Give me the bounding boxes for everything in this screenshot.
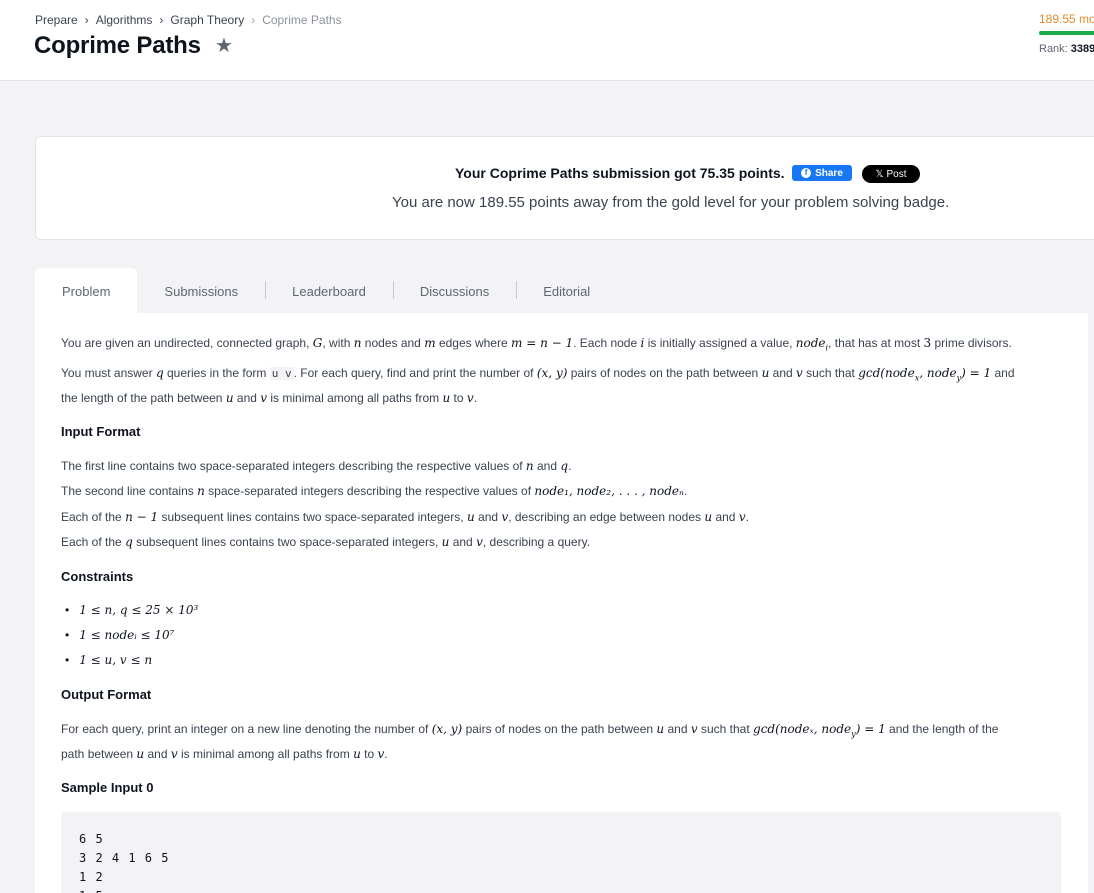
facebook-share-button[interactable]: f Share — [792, 165, 852, 181]
statement-paragraph-3: the length of the path between u and v i… — [61, 391, 478, 405]
sample-input-box: 6 5 3 2 4 1 6 5 1 2 1 5 — [61, 812, 1061, 893]
top-header: Prepare › Algorithms › Graph Theory › Co… — [0, 0, 1094, 81]
input-line-2: The second line contains n space-separat… — [61, 484, 688, 498]
sample-line: 1 5 — [79, 889, 104, 893]
chevron-right-icon: › — [251, 13, 256, 27]
constraint-item: • 1 ≤ u, v ≤ n — [65, 653, 153, 667]
tab-submissions[interactable]: Submissions — [137, 268, 265, 314]
output-line-2: path between u and v is minimal among al… — [61, 747, 388, 761]
output-format-heading: Output Format — [61, 687, 152, 702]
tab-discussions[interactable]: Discussions — [392, 268, 516, 314]
breadcrumb-algorithms[interactable]: Algorithms — [96, 13, 153, 27]
tab-problem[interactable]: Problem — [35, 268, 138, 314]
x-post-button[interactable]: 𝕏 Post — [862, 165, 920, 183]
input-line-4: Each of the q subsequent lines contains … — [61, 535, 591, 549]
submission-banner: Your Coprime Paths submission got 75.35 … — [35, 136, 1094, 240]
share-label: Share — [815, 167, 843, 179]
page-title: Coprime Paths — [34, 32, 201, 59]
post-label: Post — [886, 168, 907, 180]
input-format-heading: Input Format — [61, 424, 141, 439]
constraint-item: • 1 ≤ n, q ≤ 25 × 10³ — [65, 603, 199, 617]
tab-leaderboard[interactable]: Leaderboard — [265, 268, 393, 314]
breadcrumb: Prepare › Algorithms › Graph Theory › Co… — [35, 13, 342, 27]
star-icon[interactable]: ★ — [215, 36, 235, 56]
input-line-3: Each of the n − 1 subsequent lines conta… — [61, 510, 749, 524]
points-away-label: 189.55 mo — [1039, 12, 1094, 26]
sample-line: 1 2 — [79, 870, 104, 884]
statement-paragraph-1: You are given an undirected, connected g… — [61, 336, 1012, 353]
tab-editorial[interactable]: Editorial — [516, 268, 617, 314]
rank-value: 3389 — [1070, 43, 1094, 55]
badge-progress-fill — [1039, 31, 1094, 35]
constraint-item: • 1 ≤ nodeᵢ ≤ 10⁷ — [65, 628, 175, 642]
sample-line: 6 5 — [79, 832, 104, 846]
x-icon: 𝕏 — [875, 168, 884, 180]
problem-tabs: Problem Submissions Leaderboard Discussi… — [35, 268, 617, 314]
sample-line: 3 2 4 1 6 5 — [79, 851, 170, 865]
breadcrumb-graph-theory[interactable]: Graph Theory — [170, 13, 244, 27]
constraints-heading: Constraints — [61, 569, 134, 584]
breadcrumb-current: Coprime Paths — [262, 13, 342, 27]
output-line-1: For each query, print an integer on a ne… — [61, 722, 999, 739]
badge-progress-bar — [1039, 31, 1094, 35]
facebook-icon: f — [801, 168, 812, 178]
chevron-right-icon: › — [84, 13, 89, 27]
rank-label: Rank: — [1039, 43, 1068, 55]
submission-message: Your Coprime Paths submission got 75.35 … — [455, 165, 785, 181]
input-line-1: The first line contains two space-separa… — [61, 459, 572, 473]
statement-paragraph-2: You must answer q queries in the form u … — [61, 366, 1015, 383]
breadcrumb-prepare[interactable]: Prepare — [35, 13, 78, 27]
sample-input-heading: Sample Input 0 — [61, 780, 154, 795]
chevron-right-icon: › — [159, 13, 164, 27]
problem-statement: You are given an undirected, connected g… — [35, 313, 1088, 893]
badge-progress-message: You are now 189.55 points away from the … — [392, 194, 950, 211]
rank-info: Rank: 3389 — [1039, 43, 1094, 55]
